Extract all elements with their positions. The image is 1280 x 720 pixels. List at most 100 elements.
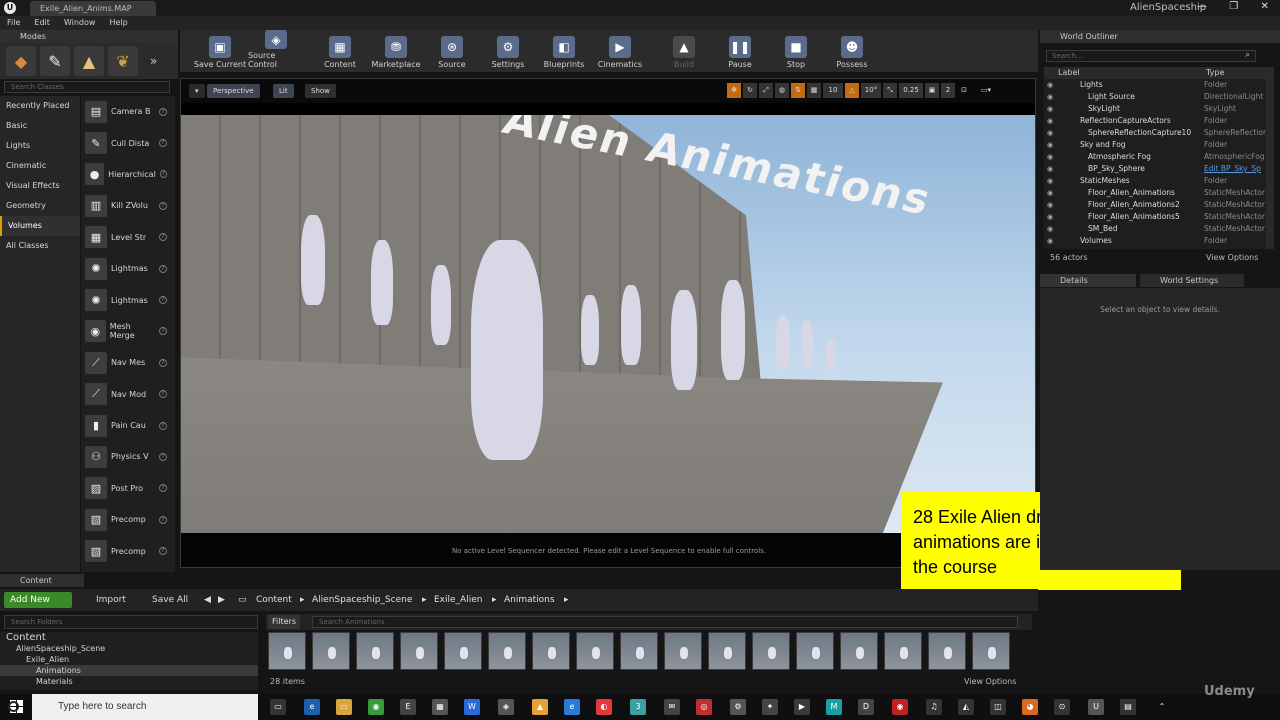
3ds-max-icon[interactable]: 3	[630, 699, 646, 715]
volume-class-item[interactable]: ▧ Precomp?	[81, 535, 175, 566]
category-geometry[interactable]: Geometry	[0, 196, 80, 216]
visibility-eye-icon[interactable]: ◉	[1044, 235, 1056, 247]
edge-icon[interactable]: e	[304, 699, 320, 715]
add-new-button[interactable]: Add New	[4, 592, 72, 608]
world-local-icon[interactable]: ◍	[775, 83, 789, 98]
visibility-eye-icon[interactable]: ◉	[1044, 103, 1056, 115]
visibility-eye-icon[interactable]: ◉	[1044, 211, 1056, 223]
folder-item[interactable]: Materials	[0, 676, 258, 687]
app-icon[interactable]: ◫	[990, 699, 1006, 715]
calculator-icon[interactable]: ▦	[432, 699, 448, 715]
grid-snap-icon[interactable]: ▦	[807, 83, 821, 98]
rotate-tool-icon[interactable]: ↻	[743, 83, 757, 98]
app-icon[interactable]: ◈	[498, 699, 514, 715]
outliner-row[interactable]: ◉ Light Source DirectionalLight	[1044, 91, 1266, 103]
chrome-icon[interactable]: ◉	[368, 699, 384, 715]
outliner-row[interactable]: ◉ Sky and Fog Folder	[1044, 139, 1266, 151]
show-button[interactable]: Show	[305, 84, 336, 98]
menu-help[interactable]: Help	[109, 16, 127, 30]
forward-arrow-icon[interactable]: ▶	[218, 592, 225, 608]
visibility-eye-icon[interactable]: ◉	[1044, 187, 1056, 199]
visibility-eye-icon[interactable]: ◉	[1044, 175, 1056, 187]
outliner-row[interactable]: ◉ Atmospheric Fog AtmosphericFog	[1044, 151, 1266, 163]
volume-class-item[interactable]: ▥ Kill ZVolu?	[81, 190, 175, 221]
media-player-icon[interactable]: ▶	[794, 699, 810, 715]
animation-asset-thumbnail[interactable]	[576, 632, 614, 670]
outliner-row[interactable]: ◉ BP_Sky_Sphere Edit BP_Sky_Sp	[1044, 163, 1266, 175]
menu-edit[interactable]: Edit	[34, 16, 50, 30]
volume-class-item[interactable]: ▤ Camera B?	[81, 96, 175, 127]
maximize-button[interactable]: ❐	[1229, 1, 1238, 15]
outliner-search-input[interactable]: Search...	[1046, 50, 1256, 62]
app-icon[interactable]: ◎	[696, 699, 712, 715]
category-visual-effects[interactable]: Visual Effects	[0, 176, 80, 196]
animation-asset-thumbnail[interactable]	[884, 632, 922, 670]
visibility-eye-icon[interactable]: ◉	[1044, 91, 1056, 103]
marketplace-button[interactable]: ⛃ Marketplace	[368, 30, 424, 72]
cinematics-button[interactable]: ▶ Cinematics	[592, 30, 648, 72]
tray-chevron-icon[interactable]: ⌃	[1154, 699, 1170, 715]
category-basic[interactable]: Basic	[0, 116, 80, 136]
help-icon[interactable]: ?	[159, 139, 167, 148]
outliner-row[interactable]: ◉ Lights Folder	[1044, 79, 1266, 91]
visibility-eye-icon[interactable]: ◉	[1044, 79, 1056, 91]
animation-asset-thumbnail[interactable]	[708, 632, 746, 670]
landscape-mode-icon[interactable]: ▲	[74, 46, 104, 76]
visibility-eye-icon[interactable]: ◉	[1044, 139, 1056, 151]
translate-tool-icon[interactable]: ✥	[727, 83, 741, 98]
firefox-icon[interactable]: ◕	[1022, 699, 1038, 715]
volume-class-item[interactable]: ◉ Mesh Merge?	[81, 316, 175, 347]
help-icon[interactable]: ?	[159, 327, 167, 336]
animation-asset-thumbnail[interactable]	[444, 632, 482, 670]
layout-icon[interactable]: ▭▾	[973, 83, 999, 98]
help-icon[interactable]: ?	[159, 296, 167, 305]
rotation-snap-icon[interactable]: △	[845, 83, 859, 98]
scale-tool-icon[interactable]: ⤢	[759, 83, 773, 98]
app-icon[interactable]: ♫	[926, 699, 942, 715]
outliner-row[interactable]: ◉ ReflectionCaptureActors Folder	[1044, 115, 1266, 127]
surface-snap-icon[interactable]: ⇅	[791, 83, 805, 98]
animation-asset-thumbnail[interactable]	[620, 632, 658, 670]
help-icon[interactable]: ?	[159, 484, 167, 493]
foliage-mode-icon[interactable]: ❦	[108, 46, 138, 76]
animation-asset-thumbnail[interactable]	[268, 632, 306, 670]
visibility-eye-icon[interactable]: ◉	[1044, 199, 1056, 211]
volume-class-item[interactable]: ⟋ Nav Mes?	[81, 347, 175, 378]
outliner-row[interactable]: ◉ Floor_Alien_Animations5 StaticMeshActor	[1044, 211, 1266, 223]
folder-item[interactable]: AlienSpaceship_Scene	[0, 643, 258, 654]
save-current-button[interactable]: ▣ Save Current	[192, 30, 248, 72]
source-button[interactable]: ⊛ Source	[424, 30, 480, 72]
app-icon[interactable]: ◭	[958, 699, 974, 715]
help-icon[interactable]: ?	[159, 452, 167, 461]
place-mode-icon[interactable]: ◆	[6, 46, 36, 76]
animation-asset-thumbnail[interactable]	[664, 632, 702, 670]
outliner-row[interactable]: ◉ StaticMeshes Folder	[1044, 175, 1266, 187]
type-column-header[interactable]: Type	[1206, 67, 1224, 79]
volume-class-item[interactable]: ● Hierarchical?	[81, 159, 175, 190]
rotation-snap-value[interactable]: 10°	[861, 83, 881, 98]
volume-class-item[interactable]: ▧ Precomp?	[81, 504, 175, 535]
back-arrow-icon[interactable]: ◀	[204, 592, 211, 608]
category-cinematic[interactable]: Cinematic	[0, 156, 80, 176]
help-icon[interactable]: ?	[159, 201, 167, 210]
stop-button[interactable]: ■ Stop	[768, 30, 824, 72]
category-recently-placed[interactable]: Recently Placed	[0, 96, 80, 116]
visibility-eye-icon[interactable]: ◉	[1044, 163, 1056, 175]
folder-item[interactable]: Content	[0, 632, 258, 643]
help-icon[interactable]: ?	[159, 264, 167, 273]
task-view-icon[interactable]: ▭	[270, 699, 286, 715]
menu-file[interactable]: File	[7, 16, 20, 30]
folder-search-input[interactable]: Search Folders	[4, 615, 258, 629]
app-icon[interactable]: ◉	[892, 699, 908, 715]
perspective-button[interactable]: Perspective	[207, 84, 260, 98]
category-lights[interactable]: Lights	[0, 136, 80, 156]
taskbar-search-input[interactable]: Type here to search	[32, 694, 258, 720]
scale-snap-icon[interactable]: ⤡	[883, 83, 897, 98]
outliner-row[interactable]: ◉ Volumes Folder	[1044, 235, 1266, 247]
word-icon[interactable]: W	[464, 699, 480, 715]
outliner-scrollbar[interactable]	[1266, 79, 1274, 249]
volume-class-item[interactable]: ▮ Pain Cau?	[81, 410, 175, 441]
label-column-header[interactable]: Label	[1058, 67, 1080, 79]
breadcrumb-animations[interactable]: Animations	[504, 592, 555, 608]
edit-blueprint-link[interactable]: Edit BP_Sky_Sp	[1204, 163, 1261, 175]
